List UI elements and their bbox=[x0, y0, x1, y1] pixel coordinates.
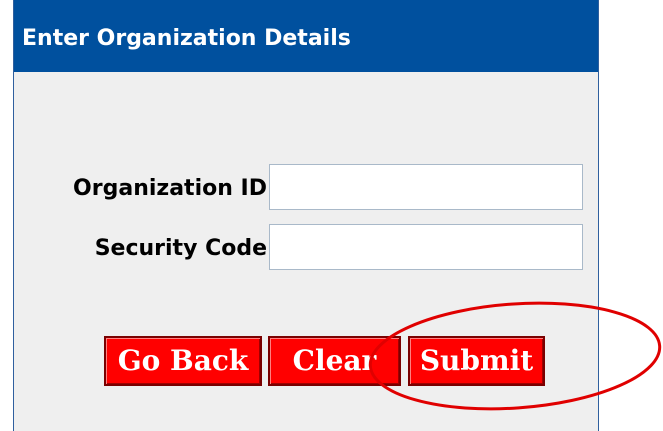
submit-button[interactable]: Submit bbox=[408, 336, 545, 386]
panel-header: Enter Organization Details bbox=[14, 0, 598, 72]
security-code-label: Security Code bbox=[94, 236, 267, 261]
organization-details-panel: Enter Organization Details Organization … bbox=[13, 0, 599, 431]
page: Enter Organization Details Organization … bbox=[0, 0, 663, 431]
go-back-button[interactable]: Go Back bbox=[104, 336, 262, 386]
organization-id-input[interactable] bbox=[269, 164, 583, 210]
organization-id-label: Organization ID bbox=[73, 176, 267, 201]
security-code-input[interactable] bbox=[269, 224, 583, 270]
panel-title: Enter Organization Details bbox=[22, 26, 351, 51]
clear-button[interactable]: Clear bbox=[268, 336, 401, 386]
